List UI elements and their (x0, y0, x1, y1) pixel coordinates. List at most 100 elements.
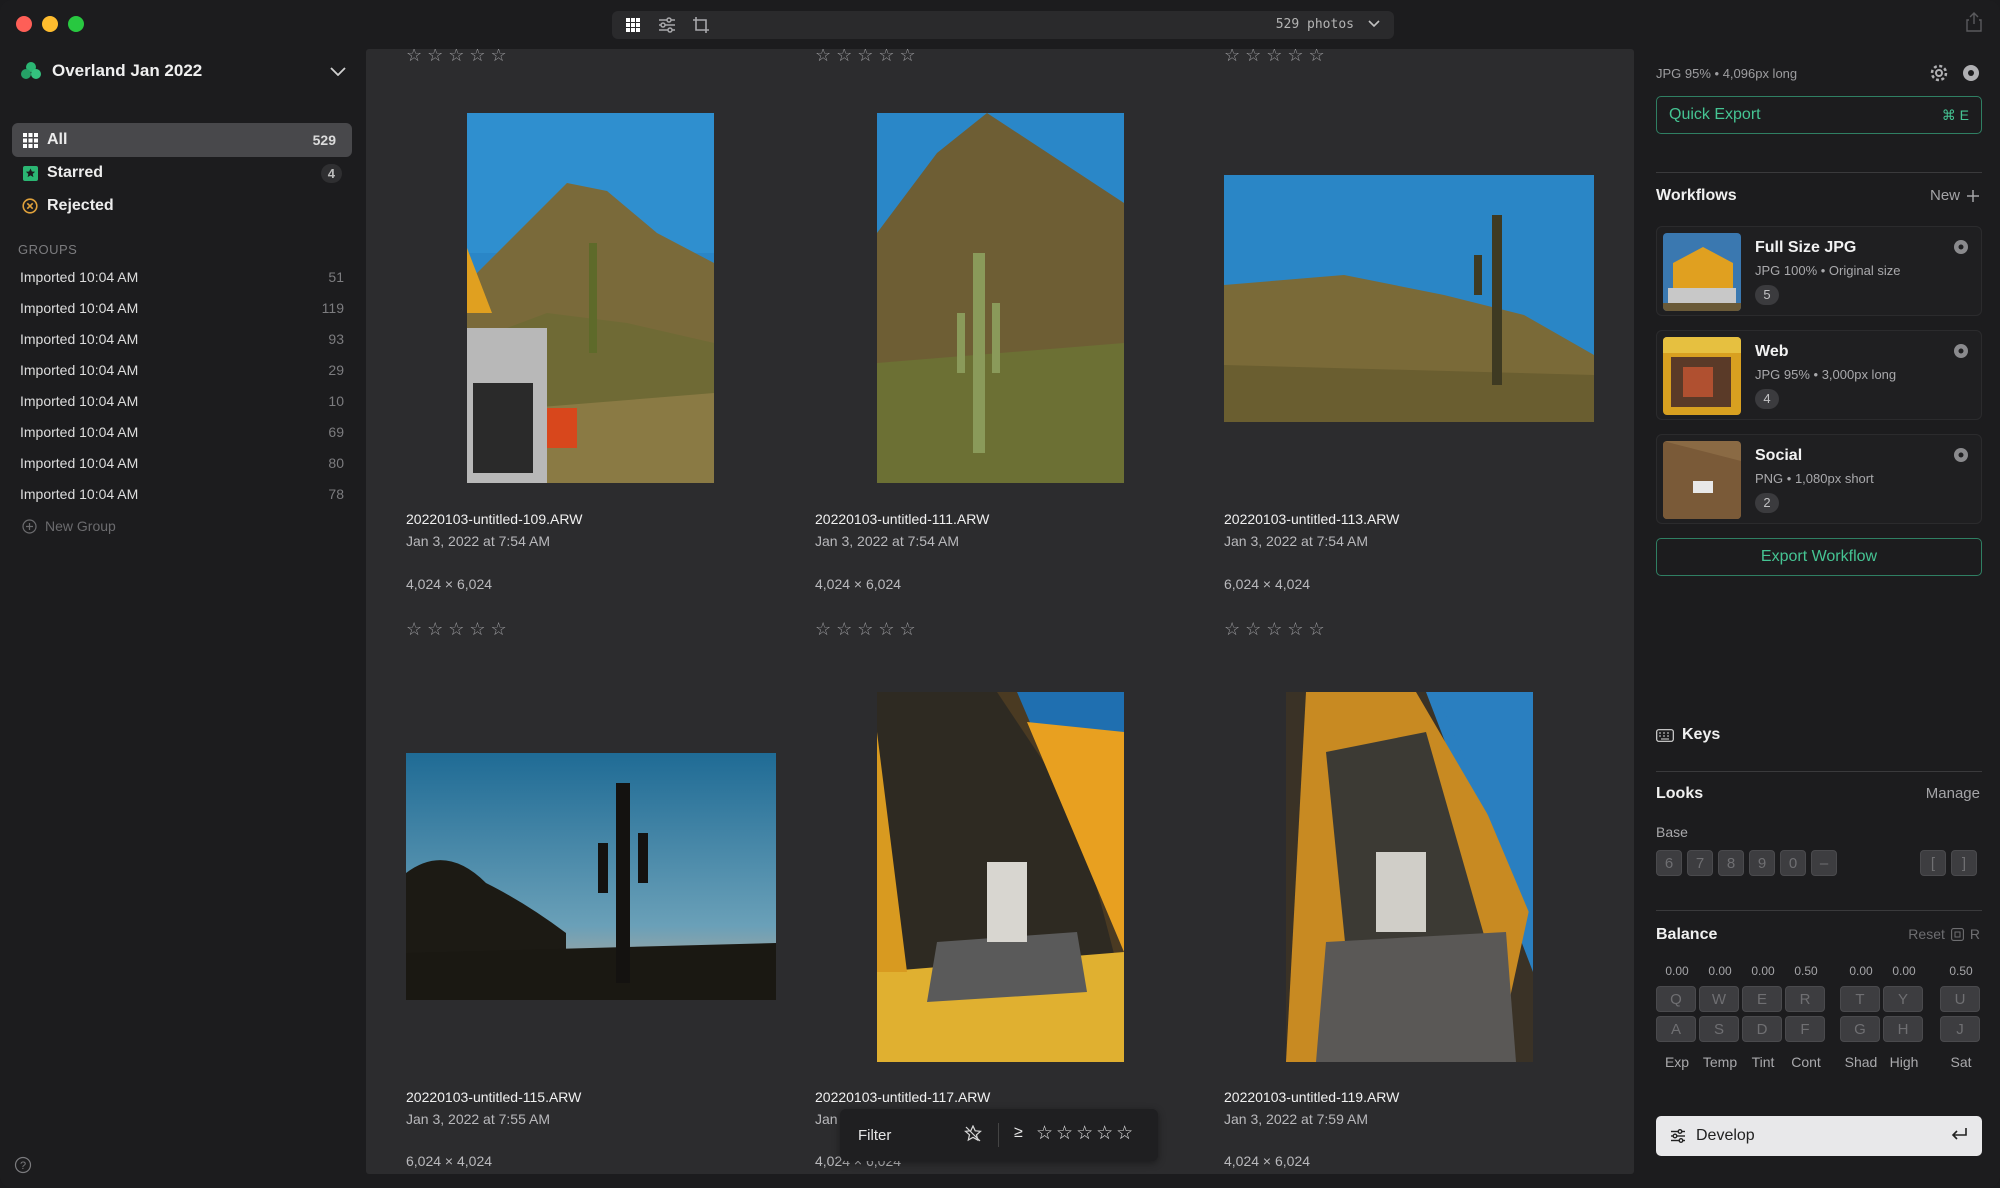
group-count: 10 (328, 393, 344, 409)
saturation-value: 0.50 (1949, 964, 1973, 978)
grid-view-button[interactable] (620, 14, 646, 36)
contrast-up-key[interactable]: R (1785, 986, 1825, 1012)
close-window-button[interactable] (16, 16, 32, 32)
quick-export-button[interactable]: Quick Export ⌘ E (1656, 96, 1982, 134)
rating-stars[interactable]: ☆ ☆ ☆ ☆ ☆ (1224, 49, 1325, 66)
group-label: Imported 10:04 AM (20, 300, 139, 316)
more-options-icon[interactable] (1953, 239, 1969, 255)
develop-button[interactable]: Develop (1656, 1116, 1982, 1156)
adjustments-view-button[interactable] (654, 14, 680, 36)
photo-thumbnail[interactable] (467, 113, 714, 483)
share-icon[interactable] (1966, 12, 1982, 32)
exposure-label: Exp (1664, 1054, 1690, 1070)
sidebar-group-item[interactable]: Imported 10:04 AM 93 (20, 331, 344, 347)
balance-title: Balance (1656, 926, 1718, 943)
previous-look-key[interactable]: [ (1920, 850, 1946, 876)
group-label: Imported 10:04 AM (20, 362, 139, 378)
keys-toggle[interactable]: Keys (1656, 726, 1720, 744)
photo-thumbnail[interactable] (877, 113, 1124, 483)
exposure-up-key[interactable]: Q (1656, 986, 1696, 1012)
sidebar-group-item[interactable]: Imported 10:04 AM 10 (20, 393, 344, 409)
photo-filename: 20220103-untitled-111.ARW (815, 511, 990, 527)
rating-stars[interactable]: ☆ ☆ ☆ ☆ ☆ (406, 49, 507, 66)
export-workflow-button[interactable]: Export Workflow (1656, 538, 1982, 576)
develop-label: Develop (1696, 1127, 1755, 1144)
sidebar-group-item[interactable]: Imported 10:04 AM 78 (20, 486, 344, 502)
filter-label: Filter (858, 1126, 892, 1144)
sidebar-group-item[interactable]: Imported 10:04 AM 29 (20, 362, 344, 378)
photo-date: Jan 3, 2022 at 7:54 AM (406, 533, 550, 549)
workflow-title: Social (1755, 447, 1803, 464)
chevron-down-icon[interactable] (330, 66, 346, 76)
sidebar-item-label: Starred (47, 164, 104, 181)
sidebar-item-all[interactable]: All 529 (12, 123, 352, 157)
filter-stars[interactable]: ☆☆☆☆☆ (1036, 1122, 1136, 1145)
group-label: Imported 10:04 AM (20, 269, 139, 285)
group-count: 93 (328, 331, 344, 347)
contrast-down-key[interactable]: F (1785, 1016, 1825, 1042)
photo-thumbnail[interactable] (406, 753, 776, 1000)
unrated-filter-icon[interactable] (964, 1125, 982, 1143)
shadows-label: Shad (1844, 1054, 1878, 1070)
workflow-web[interactable]: Web JPG 95% • 3,000px long 4 (1656, 330, 1982, 420)
more-options-icon[interactable] (1962, 64, 1980, 82)
photo-thumbnail[interactable] (877, 692, 1124, 1062)
group-label: Imported 10:04 AM (20, 455, 139, 471)
tint-up-key[interactable]: E (1742, 986, 1782, 1012)
highlights-up-key[interactable]: Y (1883, 986, 1923, 1012)
highlights-down-key[interactable]: H (1883, 1016, 1923, 1042)
sidebar-item-rejected[interactable]: Rejected (12, 189, 352, 223)
workflow-social[interactable]: Social PNG • 1,080px short 2 (1656, 434, 1982, 524)
look-key[interactable]: – (1811, 850, 1837, 876)
next-look-key[interactable]: ] (1951, 850, 1977, 876)
new-group-label: New Group (45, 518, 116, 534)
shadows-down-key[interactable]: G (1840, 1016, 1880, 1042)
saturation-up-key[interactable]: U (1940, 986, 1980, 1012)
look-key[interactable]: 7 (1687, 850, 1713, 876)
temperature-up-key[interactable]: W (1699, 986, 1739, 1012)
shadows-up-key[interactable]: T (1840, 986, 1880, 1012)
new-workflow-button[interactable]: New (1930, 187, 1980, 204)
exposure-down-key[interactable]: A (1656, 1016, 1696, 1042)
look-key[interactable]: 0 (1780, 850, 1806, 876)
help-icon[interactable]: ? (14, 1156, 32, 1174)
saturation-down-key[interactable]: J (1940, 1016, 1980, 1042)
manage-looks-button[interactable]: Manage (1926, 785, 1980, 802)
crop-view-button[interactable] (688, 14, 714, 36)
tint-down-key[interactable]: D (1742, 1016, 1782, 1042)
rating-stars[interactable]: ☆ ☆ ☆ ☆ ☆ (1224, 619, 1325, 640)
rating-stars[interactable]: ☆ ☆ ☆ ☆ ☆ (815, 49, 916, 66)
group-label: Imported 10:04 AM (20, 393, 139, 409)
export-info: JPG 95% • 4,096px long (1656, 66, 1798, 81)
filter-operator[interactable]: ≥ (1014, 1124, 1023, 1142)
look-key[interactable]: 9 (1749, 850, 1775, 876)
sidebar-group-item[interactable]: Imported 10:04 AM 69 (20, 424, 344, 440)
command-key-icon (1950, 927, 1964, 941)
workflow-subtitle: JPG 100% • Original size (1755, 263, 1901, 278)
sliders-icon (1671, 1129, 1685, 1143)
photo-filename: 20220103-untitled-117.ARW (815, 1089, 991, 1105)
sidebar-item-starred[interactable]: Starred 4 (12, 156, 352, 190)
more-options-icon[interactable] (1953, 447, 1969, 463)
rating-stars[interactable]: ☆ ☆ ☆ ☆ ☆ (815, 619, 916, 640)
photo-thumbnail[interactable] (1224, 175, 1594, 422)
reset-balance-button[interactable]: Reset R (1908, 926, 1980, 942)
temperature-down-key[interactable]: S (1699, 1016, 1739, 1042)
more-options-icon[interactable] (1953, 343, 1969, 359)
rating-stars[interactable]: ☆ ☆ ☆ ☆ ☆ (406, 619, 507, 640)
photo-date: Jan 3, 2022 at 7:54 AM (1224, 533, 1368, 549)
look-key[interactable]: 6 (1656, 850, 1682, 876)
chevron-down-icon[interactable] (1368, 19, 1380, 29)
photo-thumbnail[interactable] (1286, 692, 1533, 1062)
sidebar-group-item[interactable]: Imported 10:04 AM 80 (20, 455, 344, 471)
workflow-full-size-jpg[interactable]: Full Size JPG JPG 100% • Original size 5 (1656, 226, 1982, 316)
sidebar-group-item[interactable]: Imported 10:04 AM 119 (20, 300, 344, 316)
group-count: 119 (321, 300, 344, 316)
sidebar-group-item[interactable]: Imported 10:04 AM 51 (20, 269, 344, 285)
gear-icon[interactable] (1930, 64, 1948, 82)
library-selector[interactable]: Overland Jan 2022 (20, 61, 202, 81)
minimize-window-button[interactable] (42, 16, 58, 32)
look-key[interactable]: 8 (1718, 850, 1744, 876)
new-group-button[interactable]: New Group (22, 518, 116, 534)
zoom-window-button[interactable] (68, 16, 84, 32)
